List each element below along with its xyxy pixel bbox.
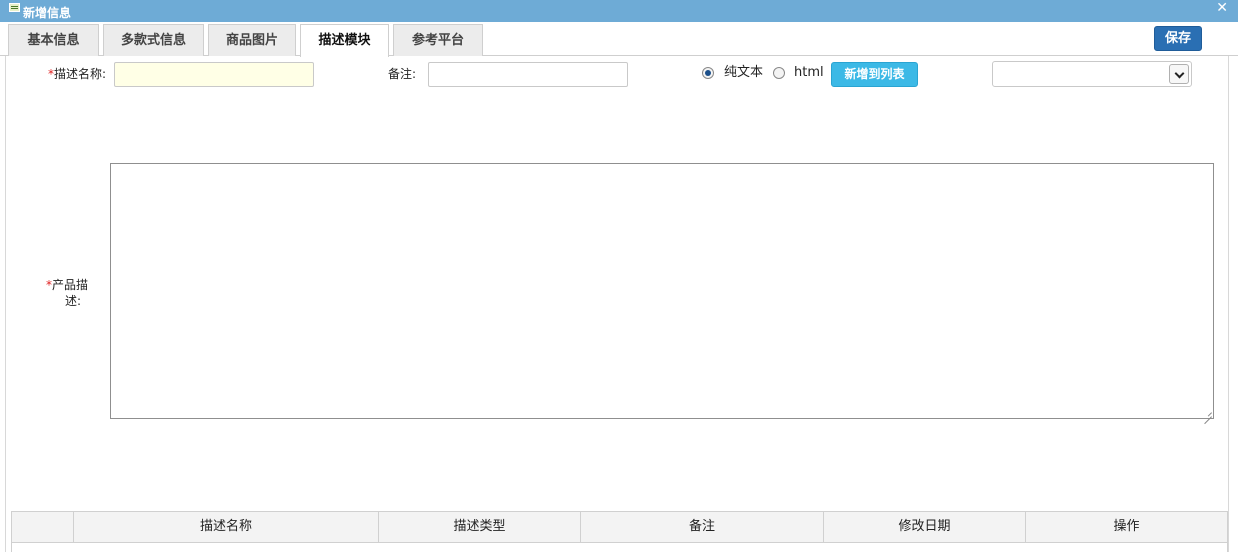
tab-basic-info[interactable]: 基本信息 <box>8 24 99 56</box>
column-header-actions: 操作 <box>1026 512 1228 542</box>
tab-bar: 基本信息 多款式信息 商品图片 描述模块 参考平台 <box>0 22 1238 57</box>
resize-grip-icon[interactable] <box>1204 409 1212 417</box>
add-to-list-button[interactable]: 新增到列表 <box>831 62 918 87</box>
window-title: 新增信息 <box>23 6 72 20</box>
product-desc-label: *产品描 <box>46 278 88 292</box>
tab-product-images[interactable]: 商品图片 <box>208 24 296 56</box>
plain-text-radio[interactable] <box>702 67 714 79</box>
table-header: 描述名称 描述类型 备注 修改日期 操作 <box>12 512 1228 543</box>
close-icon[interactable]: ✕ <box>1216 1 1228 15</box>
window-icon <box>9 3 20 12</box>
save-button[interactable]: 保存 <box>1154 26 1202 51</box>
description-select[interactable] <box>992 61 1192 87</box>
dialog-window: 新增信息 ✕ 基本信息 多款式信息 商品图片 描述模块 参考平台 保存 *描述名… <box>0 0 1238 552</box>
product-desc-textarea[interactable] <box>110 163 1214 419</box>
tab-multi-style[interactable]: 多款式信息 <box>103 24 204 56</box>
plain-text-label: 纯文本 <box>724 65 764 80</box>
product-desc-label-line2: 述: <box>65 294 82 308</box>
product-desc-label-line1: 产品描 <box>52 278 89 292</box>
column-header-remark[interactable]: 备注 <box>581 512 824 542</box>
column-header-select <box>12 512 74 542</box>
column-header-desc-type[interactable]: 描述类型 <box>379 512 581 542</box>
tab-reference-platform[interactable]: 参考平台 <box>393 24 483 56</box>
remark-label: 备注: <box>388 67 417 81</box>
tab-description-module[interactable]: 描述模块 <box>300 24 389 57</box>
desc-name-input[interactable] <box>114 62 314 87</box>
description-table: 描述名称 描述类型 备注 修改日期 操作 <box>11 511 1228 552</box>
column-header-modified-date[interactable]: 修改日期 <box>824 512 1026 542</box>
desc-name-label-text: 描述名称: <box>54 67 107 81</box>
desc-name-label: *描述名称: <box>48 67 106 81</box>
remark-input[interactable] <box>428 62 628 87</box>
chevron-down-icon[interactable] <box>1169 64 1189 84</box>
html-label: html <box>794 65 824 80</box>
title-bar: 新增信息 ✕ <box>0 0 1238 22</box>
column-header-desc-name[interactable]: 描述名称 <box>74 512 379 542</box>
html-radio[interactable] <box>773 67 785 79</box>
